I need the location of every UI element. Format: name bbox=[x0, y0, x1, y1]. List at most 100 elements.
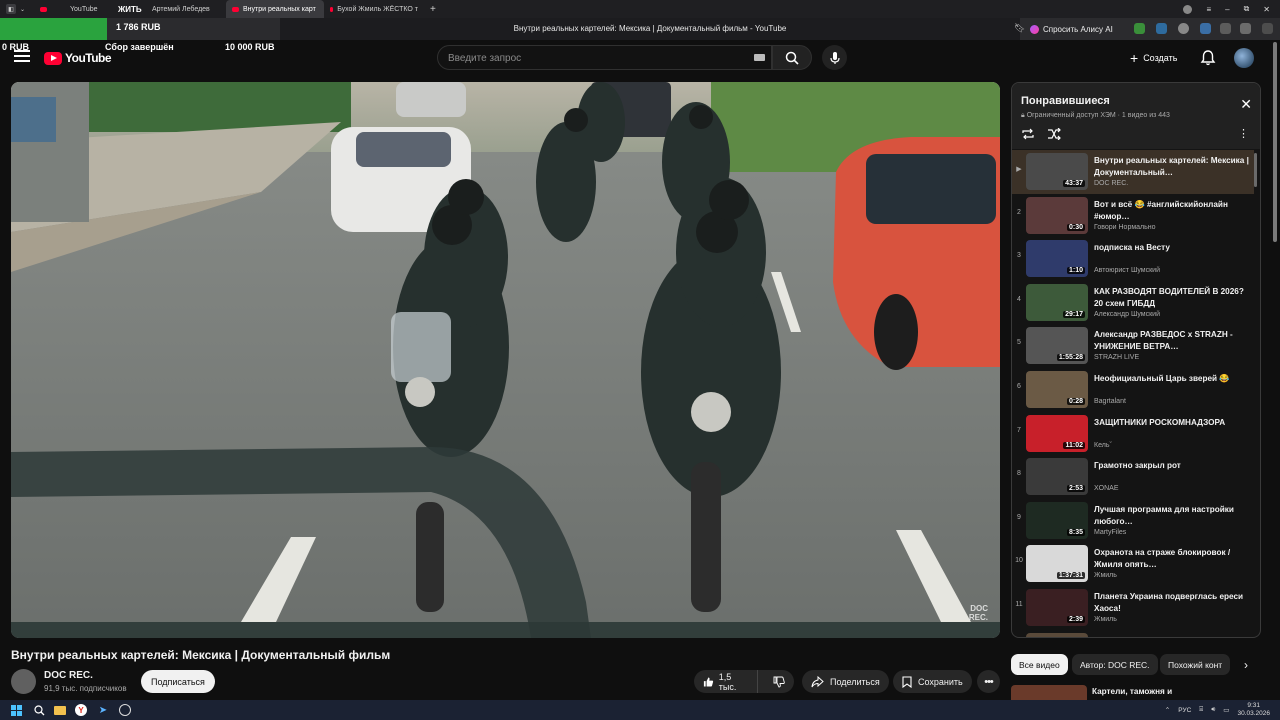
playlist-item-title[interactable]: Александр РАЗВЕДОС x STRAZH - УНИЖЕНИЕ В… bbox=[1094, 329, 1250, 353]
battery-icon[interactable]: ▭ bbox=[1223, 706, 1229, 714]
playlist-item-thumbnail[interactable]: 2:39 bbox=[1026, 588, 1088, 626]
scrollbar-thumb[interactable] bbox=[1273, 42, 1277, 242]
window-title[interactable]: Внутри реальных картелей: Мексика | Доку… bbox=[280, 18, 1020, 40]
tab-1[interactable]: YouTube bbox=[64, 0, 112, 18]
page-scrollbar[interactable] bbox=[1272, 40, 1278, 700]
playlist-item[interactable]: 9 8:35 Лучшая программа для настройки любо… bbox=[1012, 499, 1254, 543]
playlist-item-thumbnail[interactable]: 0:28 bbox=[1026, 370, 1088, 408]
playlist-item-title[interactable]: Планета Украина подверглась ереси Хаоса! bbox=[1094, 591, 1250, 615]
playlist-item-thumbnail[interactable]: 11:02 bbox=[1026, 414, 1088, 452]
steam-button[interactable] bbox=[118, 703, 132, 717]
more-actions-button[interactable]: ••• bbox=[977, 670, 1000, 693]
playlist-item-title[interactable]: ЗАЩИТНИКИ РОСКОМНАДЗОРА bbox=[1094, 417, 1250, 429]
tray-arrow-icon[interactable]: ⌃ bbox=[1165, 706, 1170, 714]
playlist-item[interactable]: 8 2:53 Грамотно закрыл рот XONAE bbox=[1012, 455, 1254, 499]
telegram-button[interactable]: ➤ bbox=[96, 703, 110, 717]
network-icon[interactable]: ⌸ bbox=[1199, 706, 1203, 714]
playlist-item-thumbnail[interactable]: 0:30 bbox=[1026, 196, 1088, 234]
playlist-item-thumbnail[interactable]: 29:17 bbox=[1026, 283, 1088, 321]
restore-icon[interactable]: ⧉ bbox=[1244, 4, 1250, 14]
volume-icon[interactable]: 🔊︎ bbox=[1211, 706, 1215, 714]
dislike-button[interactable] bbox=[764, 670, 794, 693]
playlist-item[interactable]: 6 0:28 Неофициальный Царь зверей 😂 Bagrtala… bbox=[1012, 368, 1254, 412]
extension-icon-2[interactable] bbox=[1156, 23, 1167, 34]
playlist-item-title[interactable]: подписка на Весту bbox=[1094, 242, 1250, 254]
bookmark-icon[interactable]: 🔖︎ bbox=[1014, 23, 1025, 34]
search-input[interactable] bbox=[448, 49, 748, 67]
playlist-item-title[interactable]: Неофициальный Царь зверей 😂 bbox=[1094, 373, 1250, 385]
playlist-item-thumbnail[interactable]: 43:37 bbox=[1026, 153, 1088, 190]
menu-icon[interactable]: ≡ bbox=[1206, 5, 1211, 14]
extension-icon-5[interactable] bbox=[1220, 23, 1231, 34]
more-vertical-icon[interactable]: ⋮ bbox=[1238, 128, 1249, 140]
chip-all-videos[interactable]: Все видео bbox=[1011, 654, 1068, 675]
playlist-scrollbar[interactable] bbox=[1254, 153, 1257, 187]
channel-avatar[interactable] bbox=[11, 669, 36, 694]
tab-0[interactable] bbox=[34, 0, 64, 18]
notifications-button[interactable] bbox=[1199, 49, 1217, 67]
playlist-item-thumbnail[interactable]: 1:37:31 bbox=[1026, 545, 1088, 583]
file-explorer-button[interactable] bbox=[53, 703, 67, 717]
playlist-item[interactable]: 12SHAPKA, STINT, T2x2 - bbox=[1012, 630, 1254, 637]
channel-name[interactable]: DOC REC. bbox=[44, 670, 93, 681]
browser-menu-button[interactable]: ◧ ⌄ bbox=[0, 0, 34, 18]
extension-icon-3[interactable] bbox=[1178, 23, 1189, 34]
playlist-item[interactable]: 5 1:55:28 Александр РАЗВЕДОС x STRAZH - УН… bbox=[1012, 324, 1254, 368]
playlist-item[interactable]: 7 11:02 ЗАЩИТНИКИ РОСКОМНАДЗОРА Кельˇ bbox=[1012, 412, 1254, 456]
guide-menu-button[interactable] bbox=[14, 50, 30, 64]
clock[interactable]: 9:31 30.03.2026 bbox=[1237, 702, 1270, 718]
voice-search-button[interactable] bbox=[822, 45, 847, 70]
playlist-item-thumbnail[interactable]: 1:55:28 bbox=[1026, 327, 1088, 365]
download-icon[interactable] bbox=[1262, 23, 1273, 34]
save-button[interactable]: Сохранить bbox=[893, 670, 972, 693]
minimize-icon[interactable]: – bbox=[1225, 5, 1229, 14]
keyboard-icon[interactable] bbox=[754, 54, 765, 61]
playlist-item-title[interactable]: Внутри реальных картелей: Мексика | Доку… bbox=[1094, 155, 1250, 179]
chip-author[interactable]: Автор: DOC REC. bbox=[1072, 654, 1158, 675]
playlist-item-thumbnail[interactable] bbox=[1026, 632, 1088, 637]
playlist-item[interactable]: 3 1:10 подписка на Весту Автоюрист Шумский bbox=[1012, 237, 1254, 281]
chip-related[interactable]: Похожий конт bbox=[1160, 654, 1230, 675]
playlist-item-thumbnail[interactable]: 1:10 bbox=[1026, 240, 1088, 278]
youtube-logo[interactable]: YouTube bbox=[44, 51, 112, 65]
chips-next-button[interactable]: › bbox=[1238, 654, 1254, 675]
related-video-partial[interactable]: Картели, таможня и bbox=[1011, 685, 1261, 700]
yandex-browser-button[interactable]: Y bbox=[74, 703, 88, 717]
playlist-item-title[interactable]: Вот и всё 😂 #английскийонлайн #юмор… bbox=[1094, 199, 1250, 223]
profile-icon[interactable] bbox=[1183, 4, 1193, 14]
create-button[interactable]: + Создать bbox=[1120, 46, 1187, 70]
loop-icon[interactable] bbox=[1021, 128, 1035, 140]
tab-2[interactable]: ЖИТЬ bbox=[112, 0, 146, 18]
alice-button[interactable]: Спросить Алису AI bbox=[1030, 21, 1113, 37]
playlist-item[interactable]: 4 29:17 КАК РАЗВОДЯТ ВОДИТЕЛЕЙ В 2026? 20 … bbox=[1012, 281, 1254, 325]
shuffle-icon[interactable] bbox=[1047, 128, 1061, 140]
tab-3[interactable]: Артемий Лебедев bbox=[146, 0, 226, 18]
playlist-item[interactable]: 11 2:39 Планета Украина подверглась ереси … bbox=[1012, 586, 1254, 630]
playlist-item-title[interactable]: SHAPKA, STINT, T2x2 - bbox=[1094, 635, 1250, 637]
like-button[interactable]: 1,5 тыс. bbox=[694, 670, 758, 693]
playlist-item-thumbnail[interactable]: 8:35 bbox=[1026, 501, 1088, 539]
language-indicator[interactable]: РУС bbox=[1178, 707, 1191, 714]
new-tab-button[interactable]: + bbox=[424, 0, 442, 18]
tab-5[interactable]: Бухой Жмиль ЖЁСТКО т bbox=[324, 0, 424, 18]
taskbar-search-button[interactable] bbox=[32, 703, 46, 717]
video-player[interactable]: DOC REC. bbox=[11, 82, 1000, 638]
extension-icon-4[interactable] bbox=[1200, 23, 1211, 34]
search-button[interactable] bbox=[772, 45, 812, 70]
extension-icon-1[interactable] bbox=[1134, 23, 1145, 34]
close-playlist-button[interactable]: ✕ bbox=[1240, 97, 1252, 111]
playlist-item-title[interactable]: Охранота на страже блокировок / Жмиля оп… bbox=[1094, 547, 1250, 571]
close-icon[interactable]: ✕ bbox=[1263, 5, 1270, 14]
extension-icon-6[interactable] bbox=[1240, 23, 1251, 34]
playlist-item[interactable]: ▶ 43:37 Внутри реальных картелей: Мексика … bbox=[1012, 150, 1254, 194]
playlist-item[interactable]: 2 0:30 Вот и всё 😂 #английскийонлайн #юмор… bbox=[1012, 194, 1254, 238]
subscribe-button[interactable]: Подписаться bbox=[141, 670, 215, 693]
playlist-item-title[interactable]: КАК РАЗВОДЯТ ВОДИТЕЛЕЙ В 2026? 20 схем Г… bbox=[1094, 286, 1250, 310]
playlist-title[interactable]: Понравившиеся bbox=[1021, 95, 1110, 107]
tab-4-active[interactable]: Внутри реальных карт bbox=[226, 0, 324, 18]
playlist-item-title[interactable]: Грамотно закрыл рот bbox=[1094, 460, 1250, 472]
playlist-item[interactable]: 10 1:37:31 Охранота на страже блокировок /… bbox=[1012, 542, 1254, 586]
user-avatar[interactable] bbox=[1234, 48, 1254, 68]
playlist-item-title[interactable]: Лучшая программа для настройки любого… bbox=[1094, 504, 1250, 528]
playlist-item-thumbnail[interactable]: 2:53 bbox=[1026, 458, 1088, 496]
